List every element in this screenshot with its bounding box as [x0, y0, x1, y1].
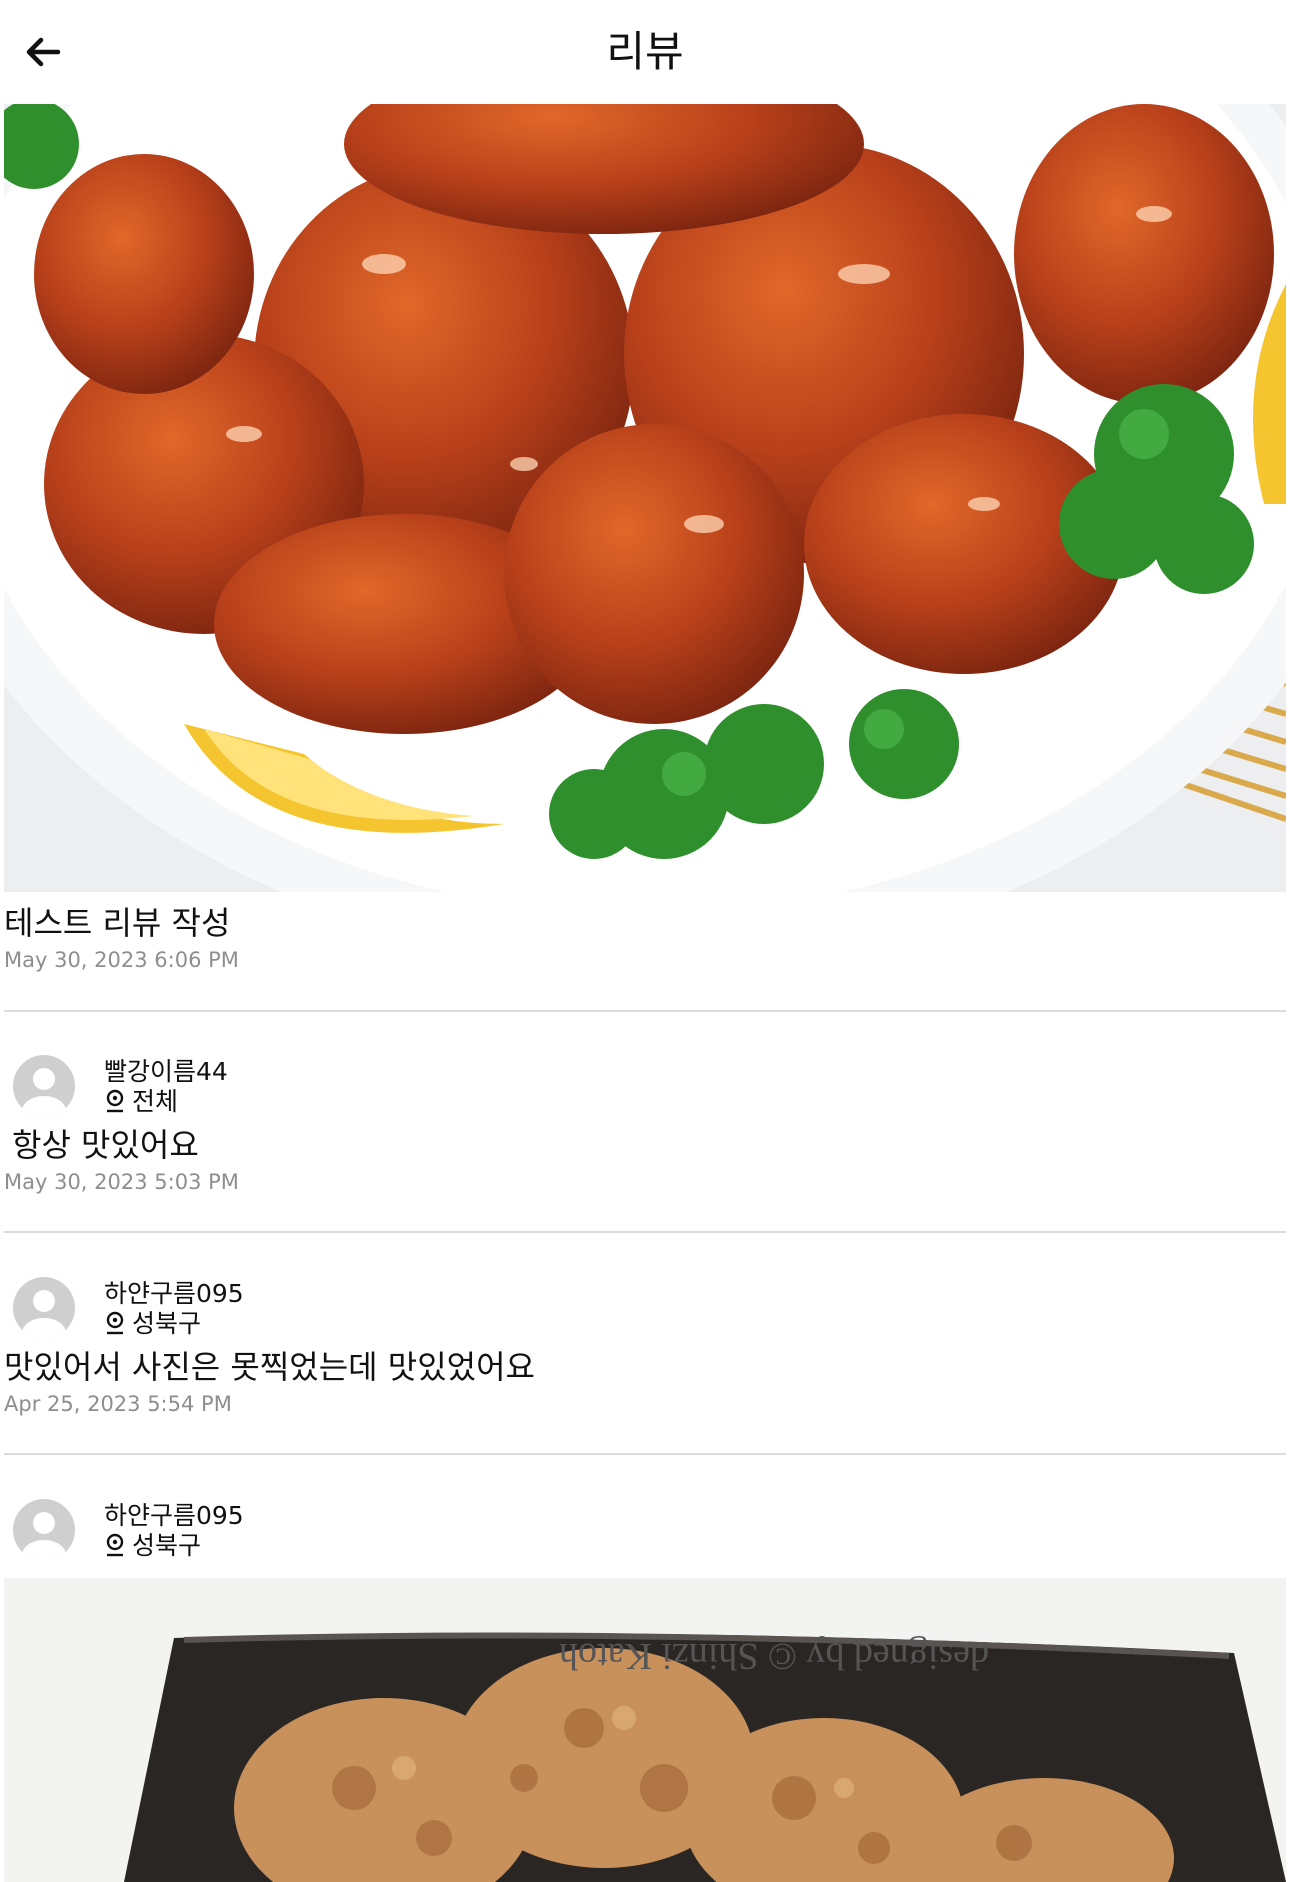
- divider: [4, 1010, 1286, 1012]
- location-label: 성북구: [132, 1309, 202, 1338]
- location-label: 성북구: [132, 1531, 202, 1560]
- location-pin-icon: [106, 1311, 124, 1335]
- comment-text: 맛있어서 사진은 못찍었는데 맛있었어요: [4, 1348, 535, 1386]
- avatar[interactable]: [13, 1055, 75, 1117]
- comment-timestamp: Apr 25, 2023 5:54 PM: [4, 1392, 232, 1416]
- location-pin-icon: [106, 1533, 124, 1557]
- divider: [4, 1453, 1286, 1455]
- avatar[interactable]: [13, 1499, 75, 1561]
- review-title: 테스트 리뷰 작성: [4, 904, 231, 942]
- comment-location: 성북구: [104, 1526, 201, 1562]
- comment-location: 성북구: [104, 1304, 201, 1340]
- review-timestamp: May 30, 2023 6:06 PM: [4, 948, 239, 972]
- divider: [4, 1231, 1286, 1233]
- location-pin-icon: [106, 1089, 124, 1113]
- location-label: 전체: [132, 1087, 179, 1116]
- app-header: 리뷰: [0, 0, 1290, 104]
- comment-location: 전체: [104, 1082, 178, 1118]
- avatar[interactable]: [13, 1277, 75, 1339]
- comment-photo[interactable]: designed by © Shinzi Katoh: [4, 1578, 1286, 1882]
- comment-text: 항상 맛있어요: [12, 1126, 199, 1164]
- page-title: 리뷰: [606, 27, 684, 76]
- photo-watermark: designed by © Shinzi Katoh: [559, 1635, 989, 1677]
- comment-timestamp: May 30, 2023 5:03 PM: [4, 1170, 239, 1194]
- review-photo[interactable]: [4, 104, 1286, 892]
